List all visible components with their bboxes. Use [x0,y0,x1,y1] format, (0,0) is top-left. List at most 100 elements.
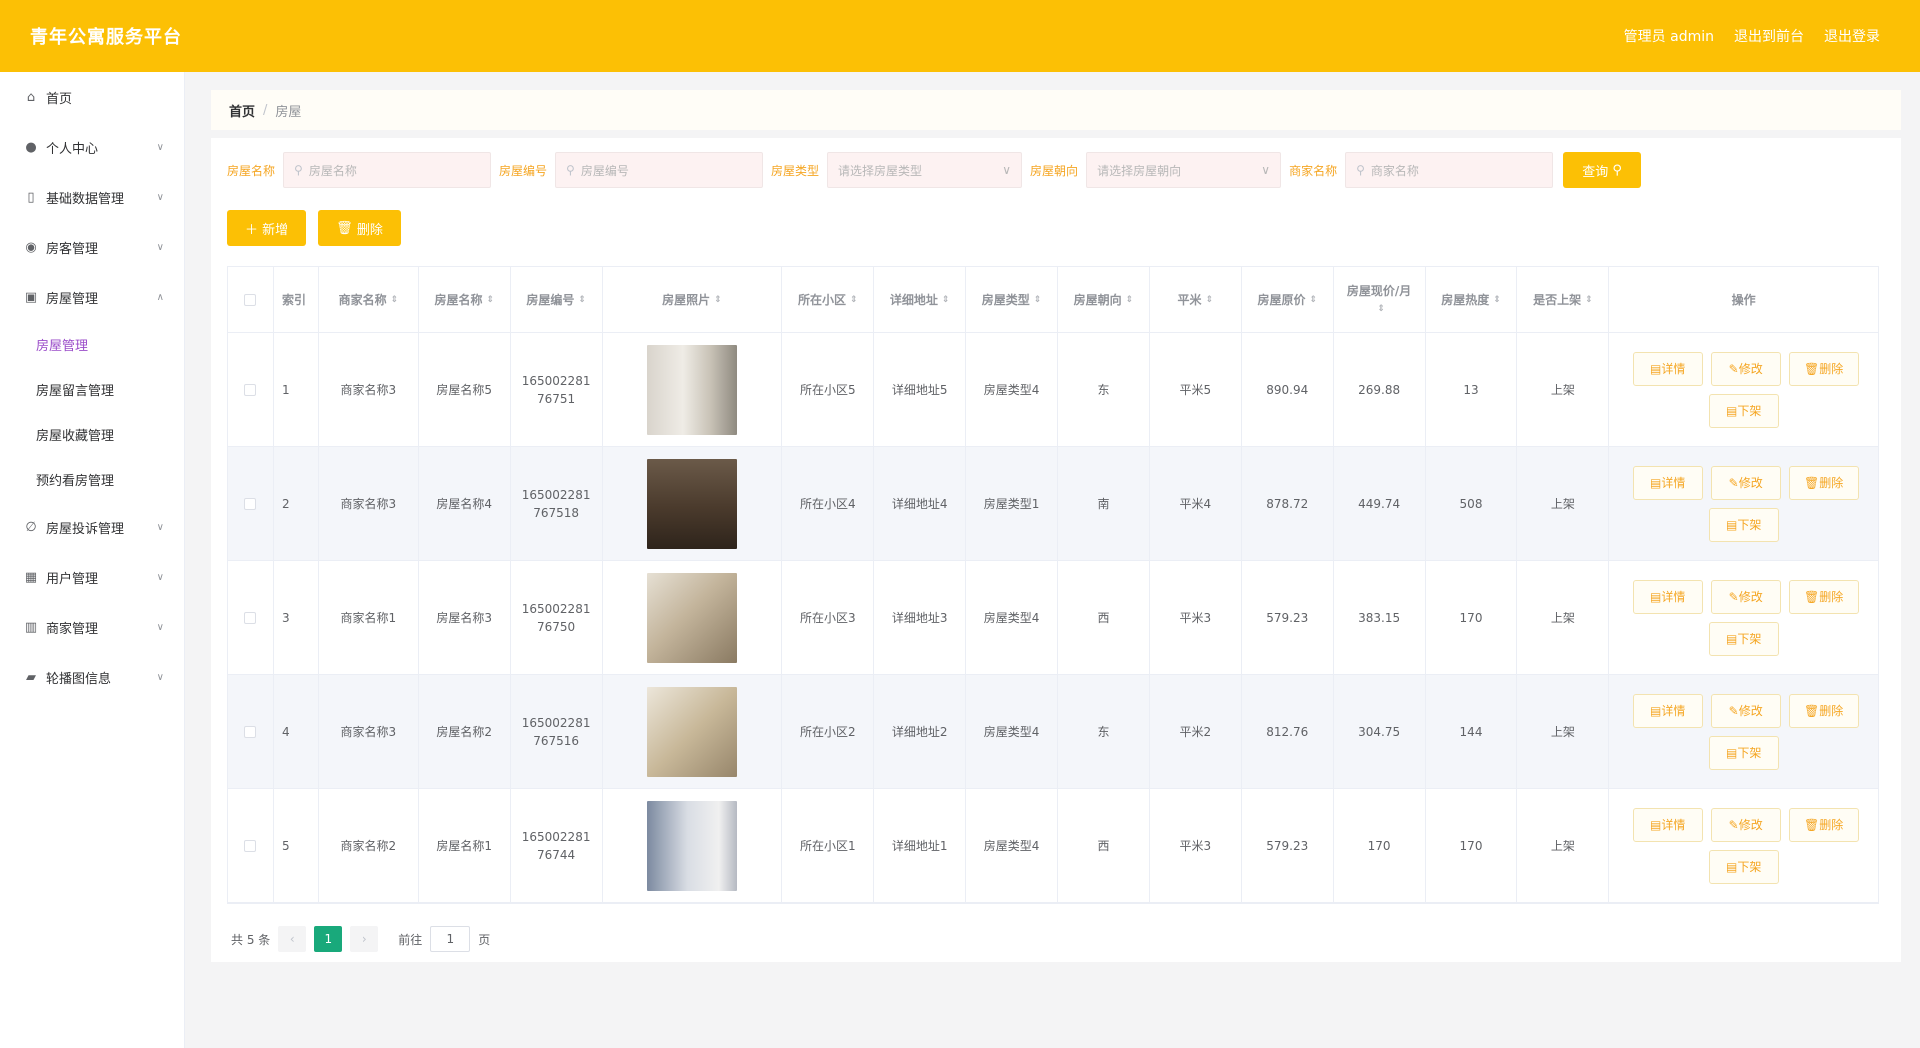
col-shop[interactable]: 商家名称 ⇕ [319,267,419,332]
row-checkbox[interactable] [244,611,257,624]
house-photo[interactable] [646,344,737,435]
delete-icon: 🗑 [1804,817,1820,832]
col-photo[interactable]: 房屋照片 ⇕ [603,267,783,332]
delete-button[interactable]: 🗑 删除 [1788,465,1859,500]
query-button[interactable]: 查询 ⚲ [1563,152,1642,188]
submenu-house-favorite[interactable]: 房屋收藏管理 [0,412,184,457]
col-name[interactable]: 房屋名称 ⇕ [419,267,511,332]
table-body: 1 商家名称3 房屋名称5 165002281 76751 所在小区5 详细地址5 房屋类型… [228,333,1878,903]
delete-button[interactable]: 🗑 删除 [1788,807,1859,842]
sidebar-item-carousel[interactable]: ▰ 轮播图信息 ∨ [0,652,184,702]
top-header: 青年公寓服务平台 管理员 admin 退出到前台 退出登录 [0,0,1920,72]
edit-button[interactable]: ✎ 修改 [1710,579,1781,614]
house-code-input[interactable]: ⚲ 房屋编号 [555,152,764,188]
shop-name-input[interactable]: ⚲ 商家名称 [1345,152,1554,188]
house-type-select[interactable]: 请选择房屋类型 ∨ [827,152,1023,188]
col-ops: 操作 [1731,292,1756,307]
house-orient-label: 房屋朝向 [1030,163,1079,178]
detail-button[interactable]: ▤ 详情 [1632,351,1703,386]
breadcrumb-home[interactable]: 首页 [229,101,255,120]
edit-button[interactable]: ✎ 修改 [1710,693,1781,728]
house-photo[interactable] [646,800,737,891]
submenu-house-appointment[interactable]: 预约看房管理 [0,457,184,502]
house-name-input[interactable]: ⚲ 房屋名称 [283,152,492,188]
edit-button[interactable]: ✎ 修改 [1710,465,1781,500]
sidebar-item-house[interactable]: ▣ 房屋管理 ∧ [0,272,184,322]
col-on-shelf[interactable]: 是否上架 ⇕ [1517,267,1610,332]
select-all-checkbox[interactable] [244,293,257,306]
next-page-button[interactable]: › [350,926,379,952]
exit-to-front-link[interactable]: 退出到前台 [1734,26,1804,46]
col-address[interactable]: 详细地址 ⇕ [874,267,967,332]
house-photo[interactable] [646,458,737,549]
house-orient-select[interactable]: 请选择房屋朝向 ∨ [1086,152,1282,188]
col-orient[interactable]: 房屋朝向 ⇕ [1058,267,1150,332]
cell-photo [603,333,783,446]
delete-icon: 🗑 [1804,361,1820,376]
take-down-button[interactable]: ▤ 下架 [1708,849,1779,884]
col-type[interactable]: 房屋类型 ⇕ [966,267,1058,332]
sidebar-item-users[interactable]: ▦ 用户管理 ∨ [0,552,184,602]
row-checkbox[interactable] [244,725,257,738]
breadcrumb-separator: / [263,102,268,118]
table-row: 4 商家名称3 房屋名称2 165002281 767516 所在小区2 详细地址2 房屋类… [228,675,1878,789]
edit-button[interactable]: ✎ 修改 [1710,807,1781,842]
edit-icon: ✎ [1728,703,1739,718]
row-checkbox[interactable] [244,383,257,396]
prev-page-button[interactable]: ‹ [278,926,307,952]
delete-button[interactable]: 🗑 删除 [1788,693,1859,728]
current-page[interactable]: 1 [314,926,343,952]
cell-address: 详细地址5 [874,333,967,446]
col-area[interactable]: 平米 ⇕ [1150,267,1242,332]
sidebar-item-tenant[interactable]: ◉ 房客管理 ∨ [0,222,184,272]
col-heat[interactable]: 房屋热度 ⇕ [1426,267,1518,332]
batch-delete-button[interactable]: 🗑 删除 [318,210,401,246]
cell-community: 所在小区1 [782,789,875,902]
take-down-button[interactable]: ▤ 下架 [1708,735,1779,770]
delete-button[interactable]: 🗑 删除 [1788,579,1859,614]
sidebar-item-shop[interactable]: ▥ 商家管理 ∨ [0,602,184,652]
row-checkbox[interactable] [244,839,257,852]
submenu-house-message[interactable]: 房屋留言管理 [0,367,184,412]
sidebar-item-basic-data[interactable]: ▯ 基础数据管理 ∨ [0,172,184,222]
cell-ops: ▤ 详情 ✎ 修改 🗑 删除 ▤ 下架 [1609,675,1878,788]
cell-code: 165002281 76750 [511,561,603,674]
delete-button[interactable]: 🗑 删除 [1788,351,1859,386]
take-down-button[interactable]: ▤ 下架 [1708,507,1779,542]
sidebar-item-profile[interactable]: ● 个人中心 ∨ [0,122,184,172]
house-photo[interactable] [646,572,737,663]
page-jump-input[interactable]: 1 [430,926,471,952]
col-index[interactable]: 索引 [274,267,319,332]
sidebar-item-complaint[interactable]: ∅ 房屋投诉管理 ∨ [0,502,184,552]
cell-ops: ▤ 详情 ✎ 修改 🗑 删除 ▤ 下架 [1609,447,1878,560]
take-down-button[interactable]: ▤ 下架 [1708,393,1779,428]
take-down-button[interactable]: ▤ 下架 [1708,621,1779,656]
col-now-price[interactable]: 房屋现价/月 ⇕ [1334,267,1426,332]
row-checkbox-cell [228,561,274,674]
detail-button[interactable]: ▤ 详情 [1632,579,1703,614]
cell-index: 3 [274,561,319,674]
detail-icon: ▤ [1649,703,1662,718]
col-code[interactable]: 房屋编号 ⇕ [511,267,603,332]
sort-icon: ⇕ [578,294,586,305]
cell-orig-price: 890.94 [1242,333,1334,446]
house-table: 索引 商家名称 ⇕ 房屋名称 ⇕ 房屋编号 ⇕ 房屋照片 ⇕ 所在小区 ⇕ 详细地址 ⇕ 房… [227,266,1879,904]
submenu-house-manage[interactable]: 房屋管理 [0,322,184,367]
chevron-down-icon: ∨ [156,141,164,153]
row-checkbox[interactable] [244,497,257,510]
col-community[interactable]: 所在小区 ⇕ [782,267,875,332]
edit-button[interactable]: ✎ 修改 [1710,351,1781,386]
sidebar-item-home[interactable]: ⌂ 首页 [0,72,184,122]
cell-type: 房屋类型4 [966,675,1058,788]
cell-on-shelf: 上架 [1517,333,1610,446]
table-row: 2 商家名称3 房屋名称4 165002281 767518 所在小区4 详细地址4 房屋类… [228,447,1878,561]
cell-heat: 508 [1426,447,1518,560]
detail-button[interactable]: ▤ 详情 [1632,465,1703,500]
add-button[interactable]: ＋ 新增 [227,210,307,246]
house-photo[interactable] [646,686,737,777]
chevron-down-icon: ∨ [156,241,164,253]
detail-button[interactable]: ▤ 详情 [1632,693,1703,728]
col-orig-price[interactable]: 房屋原价 ⇕ [1242,267,1334,332]
logout-link[interactable]: 退出登录 [1824,26,1880,46]
detail-button[interactable]: ▤ 详情 [1632,807,1703,842]
